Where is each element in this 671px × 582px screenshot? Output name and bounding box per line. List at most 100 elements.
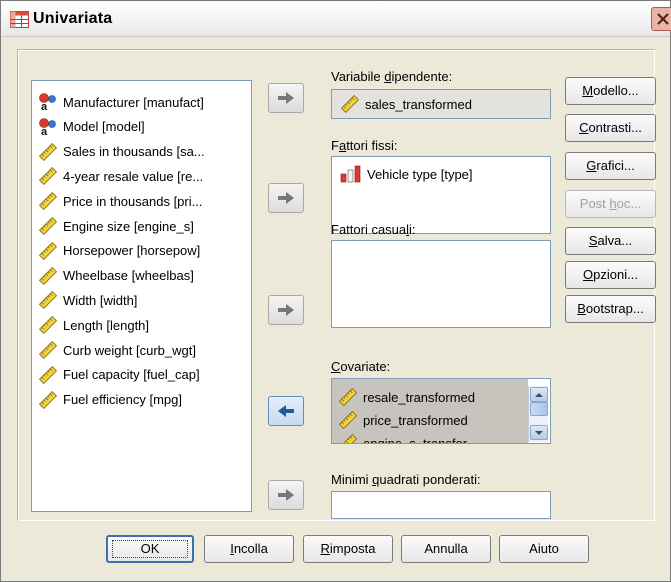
dependent-variable-value: sales_transformed (365, 96, 472, 112)
scale-ruler-icon (38, 241, 58, 260)
scale-ruler-icon (338, 433, 358, 443)
random-factors-label: Fattori casuali: (331, 222, 416, 237)
variable-label: Manufacturer [manufact] (63, 94, 204, 110)
univariate-dialog: Univariata a Manufacturer [manufact] a Mode… (0, 0, 671, 582)
nominal-string-icon: a (39, 117, 56, 137)
wls-weight-field[interactable] (331, 491, 551, 519)
source-list-item[interactable]: a Manufacturer [manufact] (38, 91, 204, 113)
title-bar[interactable]: Univariata (1, 1, 671, 37)
scale-ruler-icon (38, 142, 58, 161)
scale-ruler-icon (38, 167, 58, 186)
post-hoc-button[interactable]: Post hoc... (565, 190, 656, 218)
fixed-factor-label: Vehicle type [type] (367, 166, 473, 182)
arrow-right-icon (278, 192, 294, 204)
source-list-item[interactable]: 4-year resale value [re... (38, 165, 203, 187)
scale-ruler-icon (38, 216, 58, 236)
bootstrap-button[interactable]: Bootstrap... (565, 295, 656, 323)
source-list-item[interactable]: Sales in thousands [sa... (38, 141, 205, 163)
scale-ruler-icon (38, 266, 58, 285)
covariate-item[interactable]: engine_s_transfor (338, 432, 468, 444)
focus-ring (112, 540, 188, 558)
move-to-dependent-button[interactable] (268, 83, 304, 113)
covariate-label: engine_s_transfor (363, 435, 468, 444)
arrow-right-icon (278, 304, 294, 316)
source-list-item[interactable]: Fuel efficiency [mpg] (38, 389, 182, 411)
scale-ruler-icon (38, 291, 58, 310)
variable-label: Length [length] (63, 317, 150, 333)
svg-text:a: a (41, 126, 48, 137)
fixed-factors-label: Fattori fissi: (331, 138, 398, 153)
variable-label: Engine size [engine_s] (63, 218, 194, 234)
source-list-item[interactable]: Curb weight [curb_wgt] (38, 339, 196, 361)
source-list-item[interactable]: a Model [model] (38, 116, 145, 138)
scale-ruler-icon (38, 390, 58, 409)
source-variable-list[interactable]: a Manufacturer [manufact] a Model [model] Sa… (31, 80, 252, 512)
close-icon (657, 13, 669, 25)
save-button[interactable]: Salva... (565, 227, 656, 255)
scale-ruler-icon (38, 365, 58, 384)
window-title: Univariata (33, 10, 113, 27)
options-button[interactable]: Opzioni... (565, 261, 656, 289)
dependent-variable-field[interactable]: sales_transformed (331, 89, 551, 119)
variable-label: Sales in thousands [sa... (63, 144, 205, 160)
arrow-right-icon (278, 92, 294, 104)
source-list-item[interactable]: Length [length] (38, 314, 149, 336)
move-to-fixed-factors-button[interactable] (268, 183, 304, 213)
scale-ruler-icon (340, 94, 360, 114)
cancel-button[interactable]: Annulla (401, 535, 491, 563)
source-list-item[interactable]: Engine size [engine_s] (38, 215, 194, 237)
fixed-factor-item[interactable]: Vehicle type [type] (340, 163, 473, 185)
scale-ruler-icon (38, 192, 58, 211)
spreadsheet-icon (10, 11, 29, 28)
scale-ruler-icon (38, 316, 58, 335)
contrasts-button[interactable]: Contrasti... (565, 114, 656, 142)
variable-label: Fuel capacity [fuel_cap] (63, 367, 200, 383)
move-to-wls-weight-button[interactable] (268, 480, 304, 510)
plots-button[interactable]: Grafici... (565, 152, 656, 180)
variable-label: Width [width] (63, 292, 138, 308)
dependent-variable-label: Variabile dipendente: (331, 69, 453, 84)
covariates-label: Covariate: (331, 359, 391, 374)
scale-ruler-icon (338, 387, 358, 407)
svg-text:a: a (41, 101, 48, 112)
dependent-variable-item[interactable]: sales_transformed (340, 93, 472, 115)
move-from-covariates-button[interactable] (268, 396, 304, 426)
covariates-scrollbar[interactable] (528, 386, 548, 442)
source-list-item[interactable]: Width [width] (38, 289, 137, 311)
variable-label: Curb weight [curb_wgt] (63, 342, 196, 358)
reset-button[interactable]: Rimposta (303, 535, 393, 563)
arrow-right-icon (278, 489, 294, 501)
scroll-down-button[interactable] (530, 425, 548, 440)
nominal-bar-icon (340, 165, 361, 183)
arrow-left-icon (278, 405, 294, 417)
move-to-random-factors-button[interactable] (268, 295, 304, 325)
random-factors-list[interactable] (331, 240, 551, 328)
close-button[interactable] (651, 7, 671, 31)
scale-ruler-icon (38, 340, 58, 360)
source-list-item[interactable]: Price in thousands [pri... (38, 190, 202, 212)
wls-weight-label: Minimi quadrati ponderati: (331, 472, 481, 487)
chevron-down-icon (535, 430, 543, 435)
model-button[interactable]: Modello... (565, 77, 656, 105)
source-list-item[interactable]: Fuel capacity [fuel_cap] (38, 364, 200, 386)
scroll-thumb[interactable] (530, 402, 548, 416)
source-list-item[interactable]: Wheelbase [wheelbas] (38, 265, 194, 287)
chevron-up-icon (535, 392, 543, 397)
covariates-list[interactable]: resale_transformed price_transformed eng… (331, 378, 551, 444)
covariate-label: price_transformed (363, 412, 468, 428)
covariate-item[interactable]: resale_transformed (338, 386, 475, 408)
covariate-item[interactable]: price_transformed (338, 409, 468, 431)
paste-button[interactable]: Incolla (204, 535, 294, 563)
nominal-string-icon: a (39, 93, 56, 112)
ok-button[interactable]: OK (106, 535, 194, 563)
source-list-item[interactable]: Horsepower [horsepow] (38, 240, 200, 262)
scroll-up-button[interactable] (530, 387, 548, 402)
variable-label: Price in thousands [pri... (63, 193, 203, 209)
variable-label: Fuel efficiency [mpg] (63, 392, 182, 408)
variable-label: Wheelbase [wheelbas] (63, 268, 194, 284)
scale-ruler-icon (338, 410, 358, 430)
variable-label: 4-year resale value [re... (63, 168, 204, 184)
variable-label: Model [model] (63, 119, 145, 135)
help-button[interactable]: Aiuto (499, 535, 589, 563)
covariate-label: resale_transformed (363, 389, 475, 405)
